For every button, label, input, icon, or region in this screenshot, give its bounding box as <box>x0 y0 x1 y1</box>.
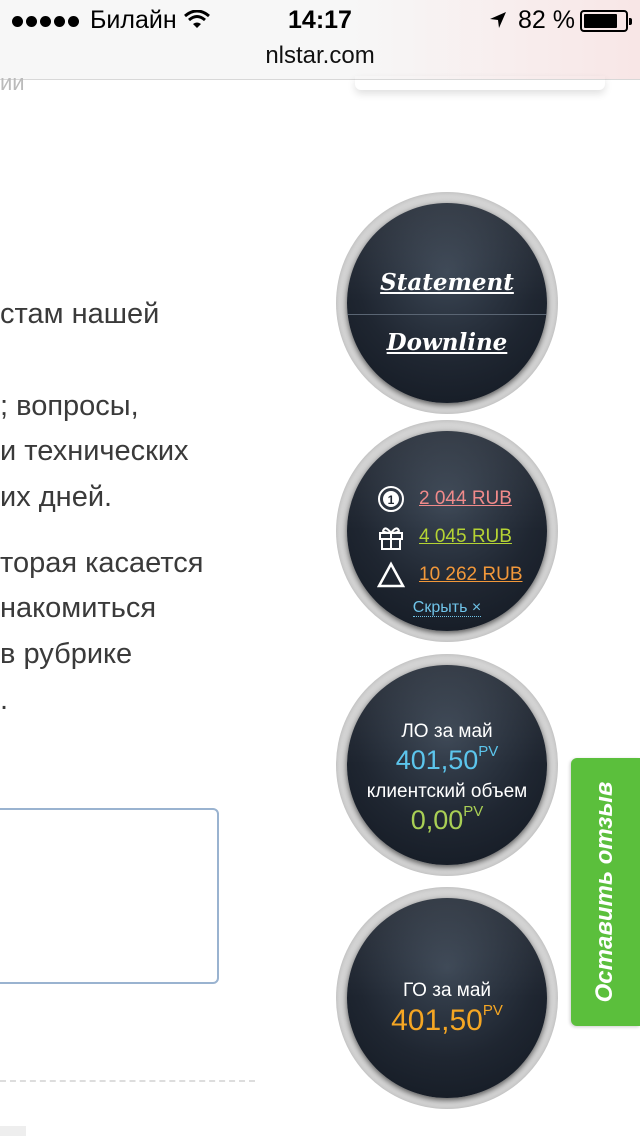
body-text-line: . <box>0 684 9 716</box>
dashed-divider <box>0 1080 255 1082</box>
go-value: 401,50PV <box>347 1002 547 1038</box>
nav-links-widget: Statement Downline <box>336 192 558 414</box>
body-text-line: в рубрике <box>0 638 133 670</box>
client-volume-label: клиентский объем <box>366 781 528 802</box>
downline-link[interactable]: Downline <box>347 329 547 356</box>
balance-row: 1 2 044 RUB <box>377 484 512 514</box>
widget-divider <box>347 314 547 315</box>
balance-value-3[interactable]: 10 262 RUB <box>419 564 523 586</box>
client-volume-value: 0,00PV <box>347 803 547 836</box>
balance-row: 4 045 RUB <box>377 522 512 552</box>
battery-percent: 82 % <box>518 6 575 34</box>
balance-value-2[interactable]: 4 045 RUB <box>419 526 512 548</box>
go-unit: PV <box>482 1002 503 1019</box>
client-number: 0,00 <box>410 805 464 835</box>
feedback-label: Оставить отзыв <box>591 781 618 1003</box>
message-textarea[interactable] <box>0 808 219 984</box>
url-bar[interactable]: nlstar.com <box>0 42 640 70</box>
coin-one-icon: 1 <box>378 486 404 512</box>
body-text-line: и технических <box>0 435 189 467</box>
battery-fill <box>584 14 617 28</box>
go-label: ГО за май <box>402 980 492 1001</box>
statement-link[interactable]: Statement <box>347 269 547 296</box>
hide-balances-link[interactable]: Скрыть × <box>347 599 547 617</box>
personal-volume-widget: ЛО за май 401,50PV клиентский объем 0,00… <box>336 654 558 876</box>
battery-icon <box>580 10 632 32</box>
body-text-line: их дней. <box>0 481 113 513</box>
location-arrow-icon <box>490 12 506 28</box>
status-bar: Билайн 14:17 82 % <box>0 6 640 36</box>
lo-unit: PV <box>478 743 499 760</box>
svg-text:1: 1 <box>388 493 395 507</box>
browser-top-bar: Билайн 14:17 82 % nlstar.com <box>0 0 640 80</box>
dropdown-shadow <box>355 76 605 90</box>
gift-icon <box>379 527 403 550</box>
balances-widget: 1 2 044 RUB 4 045 RUB 10 262 RUB Скрыть … <box>336 420 558 642</box>
triangle-icon <box>377 561 405 588</box>
balance-row: 10 262 RUB <box>377 560 523 590</box>
lo-number: 401,50 <box>395 745 479 775</box>
lo-label: ЛО за май <box>401 721 493 742</box>
body-text-line: накомиться <box>0 592 157 624</box>
body-text-line: стам нашей <box>0 298 160 330</box>
client-unit: PV <box>463 803 484 820</box>
faded-heading-fragment: ий <box>0 78 40 90</box>
lo-value: 401,50PV <box>347 743 547 776</box>
balance-value-1[interactable]: 2 044 RUB <box>419 488 512 510</box>
hide-balances-label: Скрыть × <box>412 599 482 617</box>
body-text-line: торая касается <box>0 547 204 579</box>
go-number: 401,50 <box>391 1004 483 1037</box>
footer-stub <box>0 1126 26 1136</box>
group-volume-widget: ГО за май 401,50PV <box>336 887 558 1109</box>
leave-feedback-tab[interactable]: Оставить отзыв <box>571 758 640 1026</box>
body-text-line: ; вопросы, <box>0 390 139 422</box>
